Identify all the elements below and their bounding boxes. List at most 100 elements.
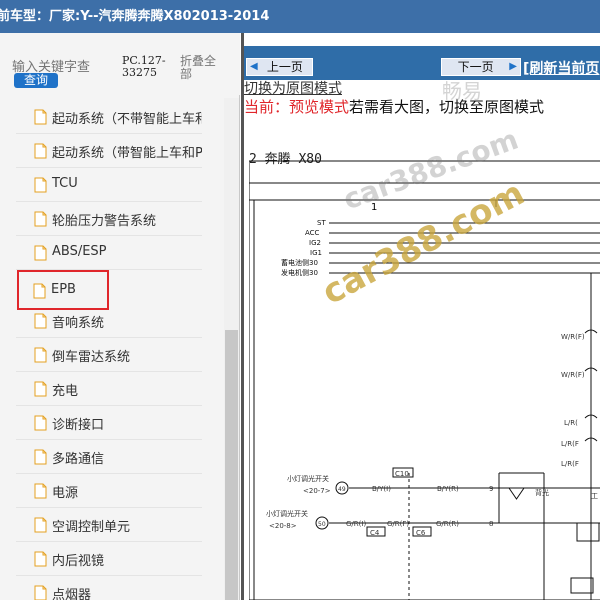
document-icon xyxy=(33,283,46,299)
wiring-diagram: 1 ST ACC IG2 IG1 蓄电池侧30 发电机侧30 W/R(F) W/… xyxy=(249,160,600,600)
document-icon xyxy=(34,415,47,431)
tree-item-label: ABS/ESP xyxy=(52,244,107,259)
tree-item[interactable]: 起动系统（不带智能上车和PK xyxy=(16,100,202,134)
tree-item[interactable]: 音响系统 xyxy=(16,304,202,338)
side-label: 工 xyxy=(591,492,598,500)
document-icon xyxy=(34,313,47,329)
document-icon xyxy=(34,449,47,465)
backlight-label: 背光 xyxy=(535,488,549,497)
connector-c4-label: C4 xyxy=(370,529,380,537)
switch-contact-2 xyxy=(570,577,594,594)
collapse-all-button[interactable]: 折叠全部 xyxy=(180,55,220,81)
tree-item[interactable]: 内后视镜 xyxy=(16,542,202,576)
document-icon xyxy=(34,551,47,567)
signal-labels: ST ACC IG2 IG1 蓄电池侧30 发电机侧30 xyxy=(281,219,326,277)
wire-label-3: L/R( xyxy=(564,419,578,427)
tree-item[interactable]: ABS/ESP xyxy=(16,236,202,270)
switch1-pin: <20-7> xyxy=(303,487,331,495)
switch2-name: 小灯调光开关 xyxy=(266,509,308,518)
document-icon xyxy=(34,245,47,261)
left-panel: 查询 PC.127-33275 折叠全部 起动系统（不带智能上车和PK起动系统（… xyxy=(0,33,240,600)
switch1-name: 小灯调光开关 xyxy=(287,474,329,483)
tree-item-label: 点烟器 xyxy=(52,588,92,600)
next-page-icon: ▶ xyxy=(509,61,517,72)
search-area: 查询 PC.127-33275 折叠全部 xyxy=(0,33,240,95)
wire-label-4: L/R(F xyxy=(561,440,579,448)
switch2-wire2: G/R(F) xyxy=(387,520,409,528)
viewer-panel: ◀ 上一页 下一页 ▶ [刷新当前页 切换为原图模式 当前：预览模式若需看大图，切换… xyxy=(241,33,600,600)
wire-label-1: W/R(F) xyxy=(561,333,585,341)
tree-item[interactable]: 多路通信 xyxy=(16,440,202,474)
wire-label-2: W/R(F) xyxy=(561,371,585,379)
tree-item[interactable]: 电源 xyxy=(16,474,202,508)
tree-item[interactable]: 轮胎压力警告系统 xyxy=(16,202,202,236)
tree-item[interactable]: 倒车雷达系统 xyxy=(16,338,202,372)
document-icon xyxy=(34,177,47,193)
tree-item-label: 倒车雷达系统 xyxy=(52,350,131,365)
tree-item-label: 起动系统（不带智能上车和PK xyxy=(52,112,202,127)
tree-item[interactable]: 空调控制单元 xyxy=(16,508,202,542)
app-title-bar: 前车型：厂家:Y--汽奔腾奔腾X802013-2014 xyxy=(0,0,600,33)
tree-item-label: 空调控制单元 xyxy=(52,520,131,535)
mode-status: 当前：预览模式若需看大图，切换至原图模式 xyxy=(244,96,544,117)
document-icon xyxy=(34,143,47,159)
system-tree: 起动系统（不带智能上车和PK 起动系统（带智能上车和PKE系 TCU 轮胎压力警告系统… xyxy=(0,98,224,600)
switch2-wire3: G/R(R) xyxy=(436,520,459,528)
tree-item-label: 多路通信 xyxy=(52,452,105,467)
document-icon xyxy=(34,517,47,533)
connector-c10-label: C10 xyxy=(395,470,409,478)
ruler-number: 1 xyxy=(371,202,377,213)
prev-page-icon: ◀ xyxy=(250,61,258,72)
tree-item-label: TCU xyxy=(52,176,78,191)
mode-hint: 若需看大图，切换至原图模式 xyxy=(349,98,545,116)
signal-bat30: 蓄电池侧30 xyxy=(281,258,318,267)
switch1-wire1: B/Y(I) xyxy=(372,485,391,493)
vehicle-model-label: 前车型：厂家:Y--汽奔腾奔腾X802013-2014 xyxy=(0,9,270,24)
switch-contact-1 xyxy=(576,522,600,542)
tree-item[interactable]: 起动系统（带智能上车和PKE系 xyxy=(16,134,202,168)
wire-labels: W/R(F) W/R(F) L/R( L/R(F L/R(F C10 C4 C6… xyxy=(266,333,598,537)
diode-symbol xyxy=(508,487,525,500)
document-icon xyxy=(34,483,47,499)
switch1-pin-num: 9 xyxy=(489,485,493,493)
switch1-wire2: B/Y(R) xyxy=(437,485,459,493)
prev-page-button[interactable]: ◀ 上一页 xyxy=(246,58,313,76)
tree-item-label: EPB xyxy=(51,282,76,297)
signal-ig2: IG2 xyxy=(309,239,321,247)
signal-acc: ACC xyxy=(305,229,320,237)
tree-item-label: 充电 xyxy=(52,384,79,399)
tree-item-label: 起动系统（带智能上车和PKE系 xyxy=(52,146,202,161)
wire-label-5: L/R(F xyxy=(561,460,579,468)
mode-prefix: 当前： xyxy=(244,98,290,116)
next-page-label: 下一页 xyxy=(457,60,494,74)
prev-page-label: 上一页 xyxy=(266,60,303,74)
tree-item-label: 轮胎压力警告系统 xyxy=(52,214,157,229)
refresh-page-link[interactable]: [刷新当前页 xyxy=(523,58,600,78)
tree-item-label: 诊断接口 xyxy=(52,418,105,433)
signal-st: ST xyxy=(317,219,326,227)
left-scrollbar[interactable] xyxy=(224,98,239,600)
switch2-pin: <20-8> xyxy=(269,522,297,530)
next-page-button[interactable]: 下一页 ▶ xyxy=(441,58,521,76)
document-icon xyxy=(34,381,47,397)
tree-item[interactable]: TCU xyxy=(16,168,202,202)
switch2-wire1: G/R(I) xyxy=(346,520,366,528)
viewer-toolbar: ◀ 上一页 下一页 ▶ [刷新当前页 xyxy=(244,46,600,80)
tree-item-label: 电源 xyxy=(52,486,79,501)
scroll-thumb[interactable] xyxy=(225,330,238,600)
mode-name: 预览模式 xyxy=(289,98,350,116)
pc-code-label: PC.127-33275 xyxy=(122,54,166,79)
document-icon xyxy=(34,585,47,600)
switch2-node: 50 xyxy=(318,521,326,528)
tree-item-label: 内后视镜 xyxy=(52,554,105,569)
signal-ig1: IG1 xyxy=(310,249,322,257)
tree-item[interactable]: 充电 xyxy=(16,372,202,406)
search-button[interactable]: 查询 xyxy=(14,73,58,88)
signal-alt30: 发电机侧30 xyxy=(281,268,318,277)
tree-item[interactable]: 点烟器 xyxy=(16,576,202,600)
switch-original-mode-link[interactable]: 切换为原图模式 xyxy=(244,78,342,98)
document-icon xyxy=(34,211,47,227)
tree-item-label: 音响系统 xyxy=(52,316,105,331)
tree-item[interactable]: 诊断接口 xyxy=(16,406,202,440)
document-icon xyxy=(34,347,47,363)
